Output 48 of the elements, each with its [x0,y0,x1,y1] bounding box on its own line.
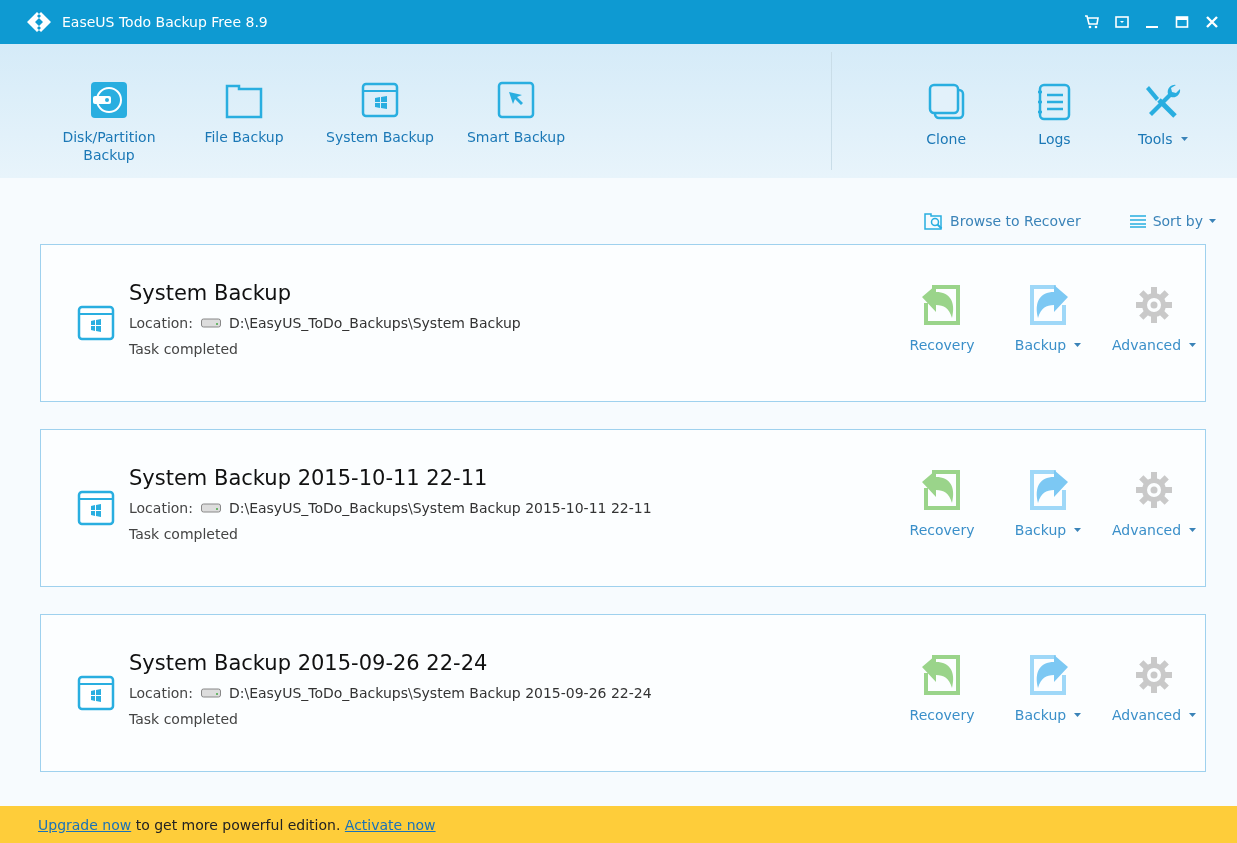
backup-button[interactable]: Backup [1009,283,1087,353]
folder-search-icon [924,212,945,230]
upgrade-link[interactable]: Upgrade now [38,816,132,833]
location-path: D:\EasyUS_ToDo_Backups\System Backup 2015-09-26 22-24 [228,685,652,701]
window-icon [77,675,115,711]
drive-icon [200,688,221,698]
toolbar-button[interactable]: File Backup [168,80,320,146]
minimize-icon [1146,26,1158,28]
backup-button[interactable]: Backup [1009,468,1087,538]
pages-icon [926,82,967,122]
toolbar-button[interactable]: System Backup [320,80,440,146]
cursor-icon [496,80,536,120]
location-path: D:\EasyUS_ToDo_Backups\System Backup [228,315,521,331]
list-icon [1128,214,1147,228]
window-icon [77,305,115,341]
task-title: System Backup 2015-09-26 22-24 [129,651,489,675]
toolbar-button[interactable]: Tools [1117,82,1208,148]
window-title: EaseUS Todo Backup Free 8.9 [62,14,269,30]
recovery-button[interactable]: Recovery [903,283,981,353]
action-button[interactable]: Sort by [1128,213,1216,229]
window-icon [360,80,400,120]
toolbar-button[interactable]: Smart Backup [440,80,592,146]
drive-icon [200,503,221,513]
drive-icon [200,318,221,328]
task-title: System Backup 2015-10-11 22-11 [129,466,489,490]
action-button[interactable]: Browse to Recover [924,212,1081,230]
recovery-button[interactable]: Recovery [903,653,981,723]
task-status: Task completed [129,711,239,727]
toolbar-button[interactable]: Disk/Partition Backup [50,80,168,164]
maximize-icon [1174,14,1190,30]
backup-button[interactable]: Backup [1009,653,1087,723]
upgrade-link[interactable]: Activate now [344,816,436,833]
logo-icon [26,11,52,33]
toolbar-button[interactable]: Logs [1009,82,1100,148]
window-icon [77,490,115,526]
task-status: Task completed [129,341,239,357]
location-label: Location: [129,315,193,331]
cart-icon [1084,14,1100,30]
close-icon [1204,14,1220,30]
location-path: D:\EasyUS_ToDo_Backups\System Backup 2015-10-11 22-11 [228,500,652,516]
upgrade-message: Upgrade now to get more powerful edition. Activate now [38,816,436,833]
toolbar-button[interactable]: Clone [901,82,992,148]
location-label: Location: [129,685,193,701]
location-label: Location: [129,500,193,516]
recovery-button[interactable]: Recovery [903,468,981,538]
task-status: Task completed [129,526,239,542]
task-title: System Backup [129,281,292,305]
menu-icon [1114,14,1130,30]
